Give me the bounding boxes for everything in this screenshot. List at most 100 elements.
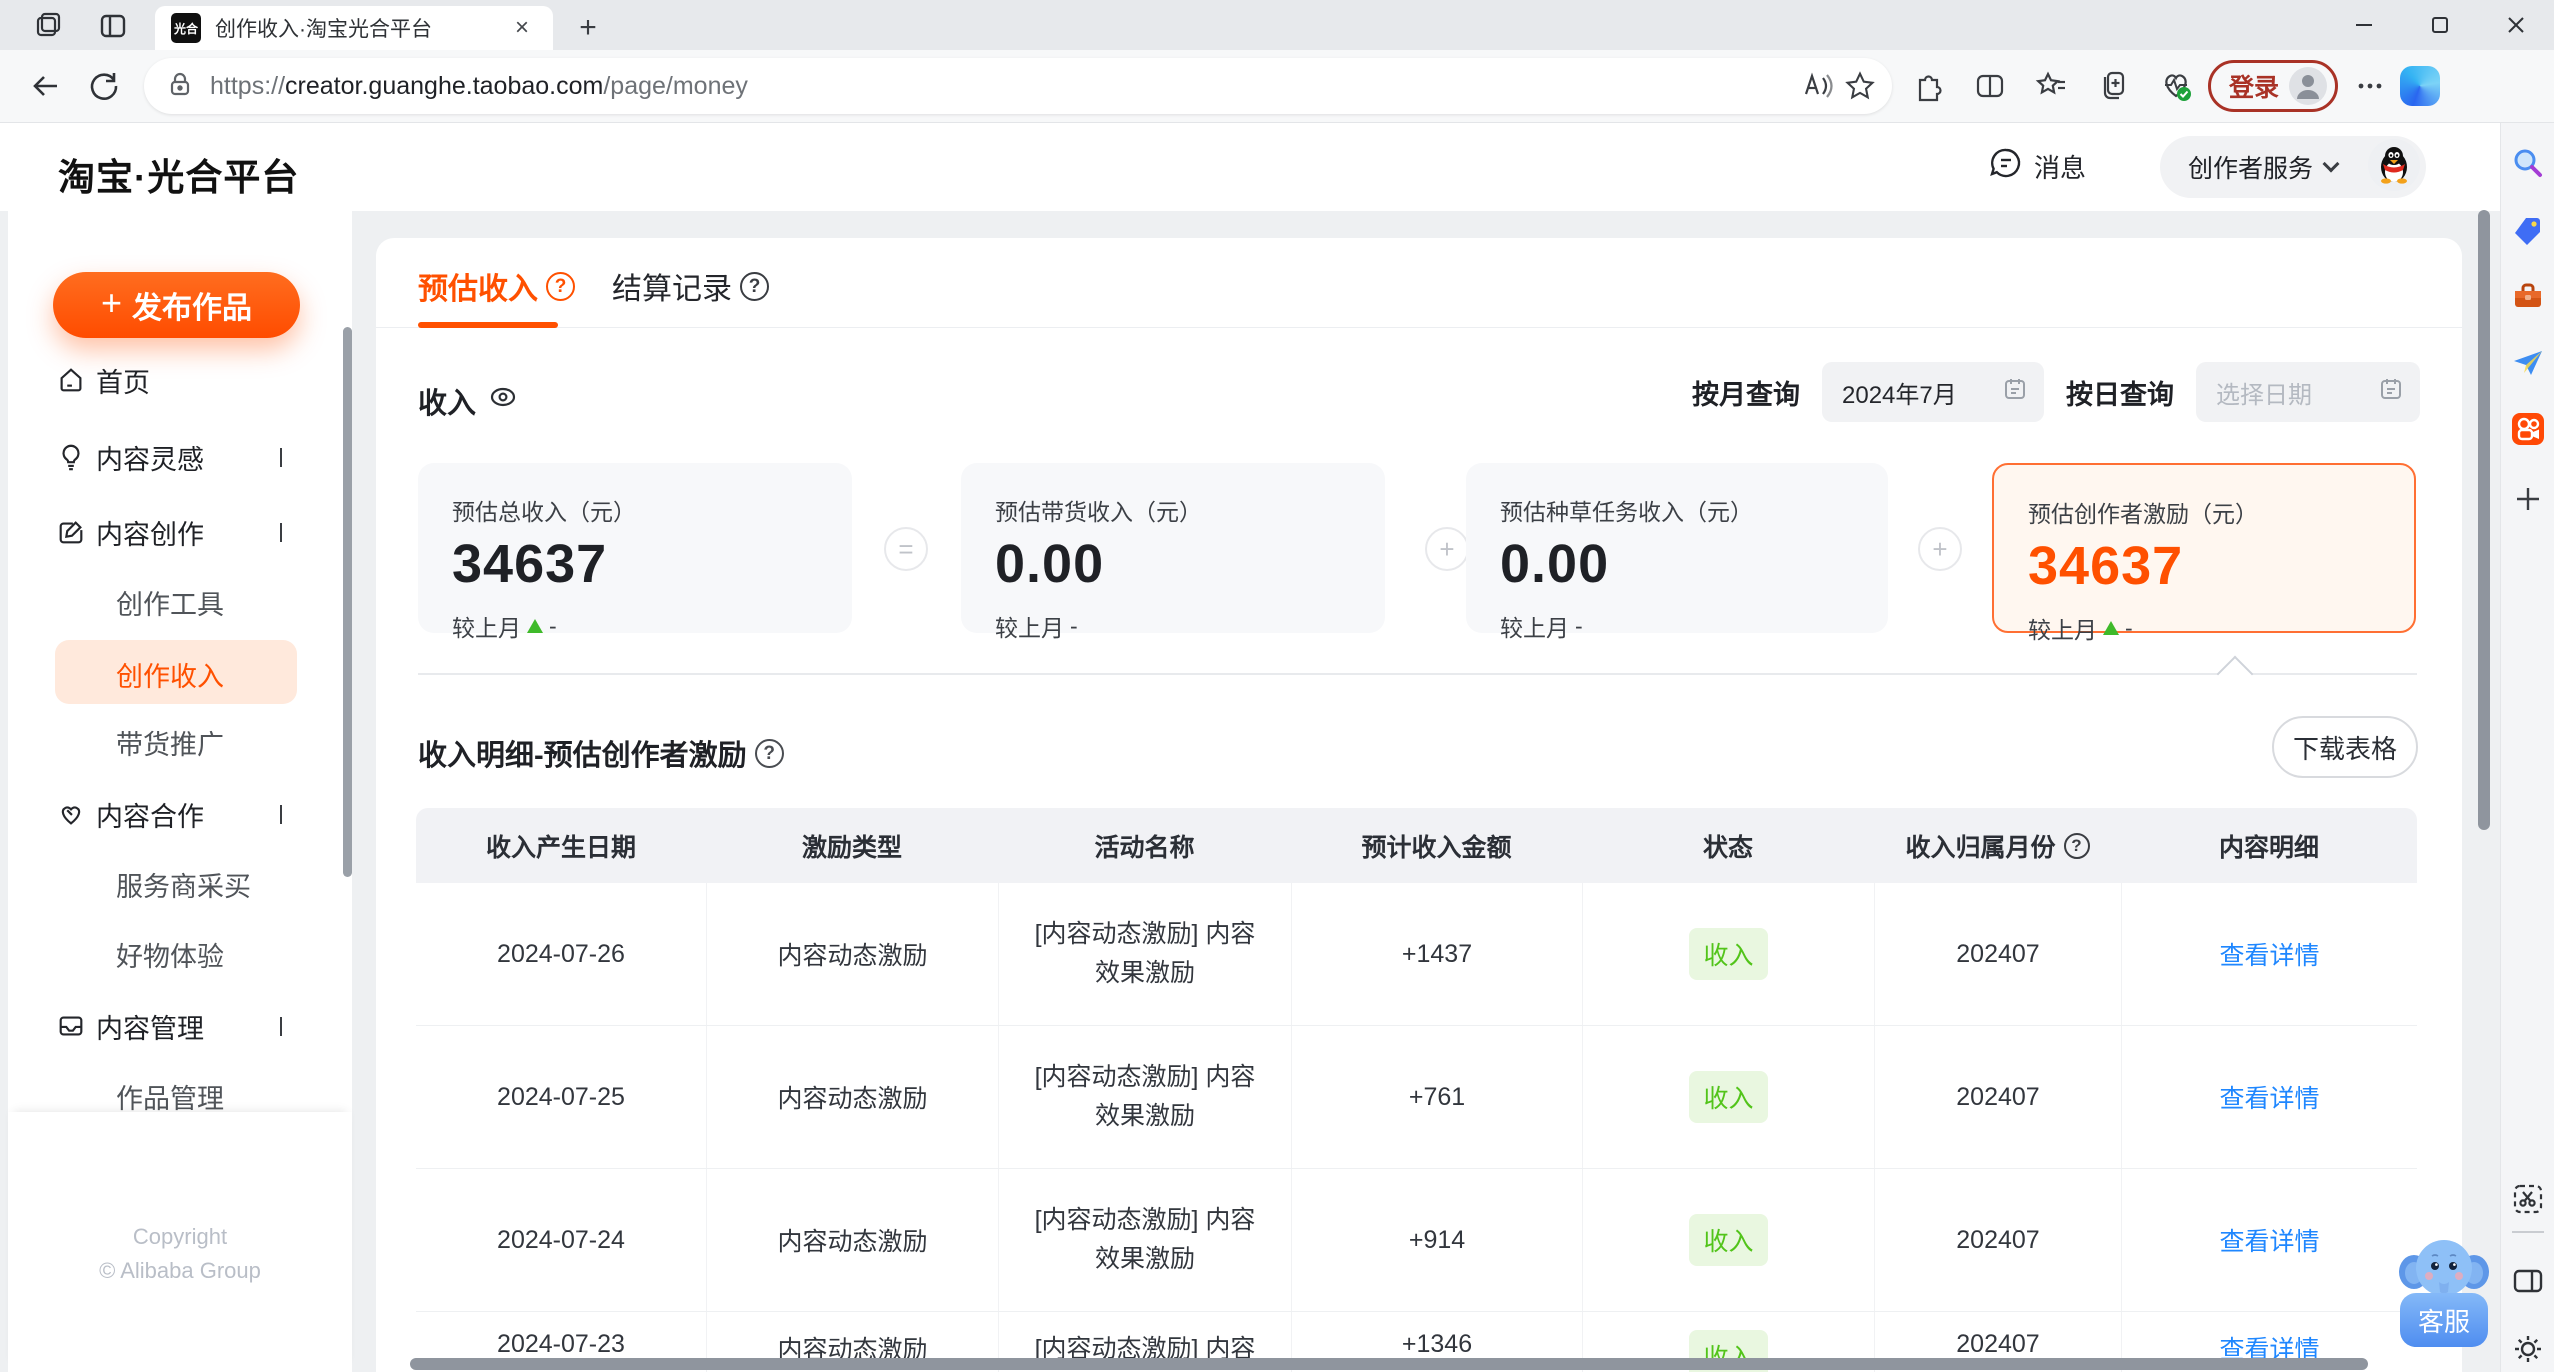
tab-actions-icon[interactable] [94, 7, 132, 45]
cell-date: 2024-07-26 [497, 939, 625, 968]
table-row: 2024-07-26 内容动态激励 [内容动态激励] 内容效果激励 +1437 … [416, 883, 2417, 1026]
table-row: 2024-07-24 内容动态激励 [内容动态激励] 内容效果激励 +914 收… [416, 1169, 2417, 1312]
download-table-button[interactable]: 下载表格 [2272, 716, 2418, 778]
day-picker-input[interactable]: 选择日期 [2196, 362, 2420, 422]
cell-date: 2024-07-25 [497, 1082, 625, 1111]
sidebar-item-label: 内容合作 [96, 801, 204, 832]
edge-side-rail [2500, 123, 2554, 1372]
cell-action: 查看详情 [2121, 1169, 2417, 1311]
collections-icon[interactable] [2092, 64, 2136, 108]
rail-sidebar-toggle-icon[interactable] [2510, 1263, 2546, 1299]
site-logo[interactable]: 淘宝·光合平台 [58, 147, 299, 201]
split-screen-icon[interactable] [1968, 64, 2012, 108]
col-header-with-help: 收入归属月份? [1874, 808, 2121, 883]
sidebar-item-home[interactable]: 首页 [8, 354, 352, 406]
income-section-title: 收入 [418, 380, 520, 422]
copilot-icon[interactable] [2400, 66, 2441, 106]
tab-label: 结算记录 [612, 273, 732, 306]
close-button[interactable] [2478, 0, 2554, 50]
lightbulb-icon [56, 442, 86, 472]
tab-settlement-record[interactable]: 结算记录 ? [612, 264, 769, 308]
rail-add-icon[interactable] [2510, 481, 2546, 517]
new-tab-button[interactable]: + [568, 8, 608, 48]
heart-hands-icon [56, 799, 86, 829]
creator-service-menu[interactable]: 创作者服务 [2160, 136, 2426, 198]
creator-service-label: 创作者服务 [2188, 155, 2314, 183]
sidebar-scrollbar[interactable] [343, 327, 352, 877]
help-icon[interactable]: ? [740, 271, 769, 301]
minimize-button[interactable] [2326, 0, 2402, 50]
rail-shopping-icon[interactable] [2510, 213, 2546, 249]
card-title: 预估总收入（元） [452, 499, 636, 525]
rail-search-icon[interactable] [2510, 145, 2546, 181]
view-details-link[interactable]: 查看详情 [2219, 936, 2319, 972]
more-menu-icon[interactable] [2348, 64, 2392, 108]
browser-tab[interactable]: 光合 创作收入·淘宝光合平台 × [155, 6, 553, 50]
eye-icon[interactable] [486, 380, 520, 422]
cell-type: 内容动态激励 [706, 1169, 998, 1311]
url-bar[interactable]: https://creator.guanghe.taobao.com/page/… [144, 58, 1892, 114]
month-value: 2024年7月 [1842, 381, 1957, 409]
sidebar-item-label: 内容创作 [96, 519, 204, 550]
sidebar-item-promotion[interactable]: 带货推广 [8, 716, 352, 768]
col-header: 激励类型 [801, 833, 902, 862]
help-icon[interactable]: ? [2063, 832, 2090, 859]
status-badge: 收入 [1689, 1214, 1768, 1266]
page-horizontal-scrollbar[interactable] [410, 1358, 2368, 1370]
help-icon[interactable]: ? [546, 271, 575, 301]
tab-close-icon[interactable]: × [505, 11, 539, 45]
rail-screenshot-icon[interactable] [2510, 1181, 2546, 1217]
sidebar-item-label: 作品管理 [116, 1083, 224, 1114]
view-details-link[interactable]: 查看详情 [2219, 1222, 2319, 1258]
browser-essentials-icon[interactable] [2154, 64, 2198, 108]
sidebar-item-management[interactable]: 内容管理 [8, 1000, 352, 1052]
favorites-bar-icon[interactable] [2030, 64, 2074, 108]
sidebar-item-service-purchase[interactable]: 服务商采买 [8, 858, 352, 910]
page-vertical-scrollbar[interactable] [2478, 210, 2490, 830]
read-aloud-icon[interactable] [1794, 64, 1838, 108]
cell-date: 2024-07-24 [497, 1225, 625, 1254]
cell-amount: +1437 [1291, 883, 1582, 1025]
workspaces-icon[interactable] [30, 7, 68, 45]
selected-card-caret [2216, 655, 2254, 693]
customer-service-label: 客服 [2400, 1293, 2488, 1347]
customer-service-widget[interactable]: 客服 [2398, 1236, 2490, 1347]
card-value: 0.00 [995, 534, 1105, 594]
qq-penguin-avatar[interactable] [2368, 138, 2420, 196]
browser-tab-strip: 光合 创作收入·淘宝光合平台 × + [0, 0, 2554, 50]
month-picker-input[interactable]: 2024年7月 [1822, 362, 2044, 422]
favorite-star-icon[interactable] [1838, 64, 1882, 108]
sidebar-item-goods-experience[interactable]: 好物体验 [8, 928, 352, 980]
extensions-icon[interactable] [1906, 64, 1950, 108]
message-bubble-icon [1988, 145, 2024, 188]
table-header-row: 收入产生日期 激励类型 活动名称 预计收入金额 状态 收入归属月份? 内容明细 [416, 808, 2417, 883]
publish-button[interactable]: + 发布作品 [53, 272, 300, 338]
card-value: 0.00 [1500, 534, 1610, 594]
equals-operator: = [884, 527, 928, 571]
rail-kuaishou-icon[interactable] [2510, 411, 2546, 447]
login-button[interactable]: 登录 [2208, 60, 2339, 112]
card-creator-incentive[interactable]: 预估创作者激励（元） 34637 较上月 - [1992, 463, 2416, 643]
maximize-button[interactable] [2402, 0, 2478, 50]
profile-avatar-icon [2289, 67, 2328, 105]
rail-tools-icon[interactable] [2510, 279, 2546, 315]
view-details-link[interactable]: 查看详情 [2219, 1079, 2319, 1115]
sidebar-item-creation-income[interactable]: 创作收入 [55, 640, 297, 704]
sidebar-item-inspiration[interactable]: 内容灵感 [8, 431, 352, 483]
refresh-icon[interactable] [82, 64, 126, 108]
sidebar-item-creation-tools[interactable]: 创作工具 [8, 576, 352, 628]
copyright-line2: © Alibaba Group [99, 1258, 261, 1283]
card-title: 预估种草任务收入（元） [1500, 499, 1753, 525]
rail-settings-icon[interactable] [2510, 1331, 2546, 1367]
back-icon[interactable] [24, 64, 68, 108]
tab-estimated-income[interactable]: 预估收入 ? [418, 264, 575, 308]
messages-button[interactable]: 消息 [1988, 145, 2086, 188]
main-panel: 预估收入 ? 结算记录 ? 收入 按月查询 2024年7月 按日查询 选择日期 [376, 238, 2462, 1372]
sidebar-item-cooperation[interactable]: 内容合作 [8, 788, 352, 840]
card-title: 预估带货收入（元） [995, 499, 1202, 525]
rail-send-icon[interactable] [2510, 345, 2546, 381]
help-icon[interactable]: ? [754, 738, 784, 768]
sidebar-item-creation[interactable]: 内容创作 [8, 506, 352, 558]
status-badge: 收入 [1689, 1071, 1768, 1123]
card-compare: 较上月 - [452, 612, 557, 642]
